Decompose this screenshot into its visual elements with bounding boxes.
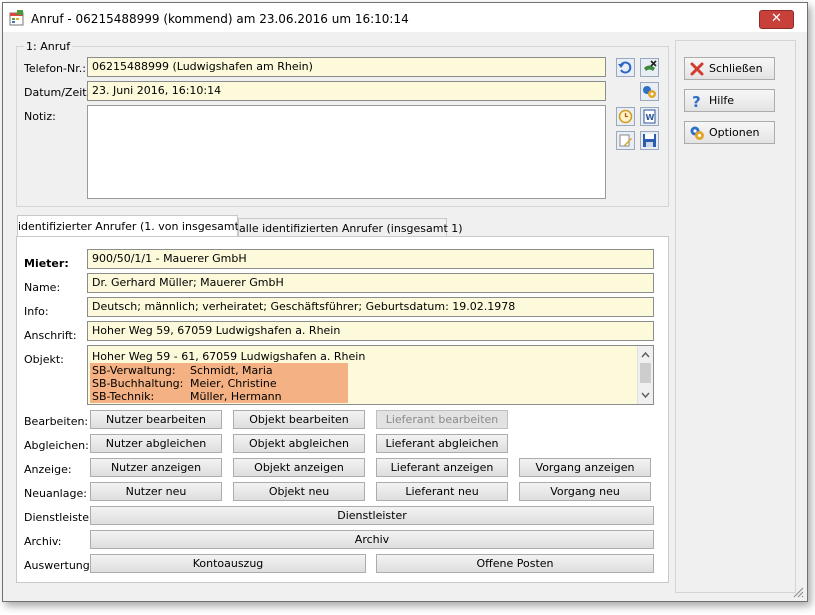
svg-text:W: W: [646, 113, 655, 122]
redial-button[interactable]: [616, 58, 635, 77]
save-button[interactable]: [640, 131, 659, 150]
report-row-label: Auswertung:: [24, 559, 94, 572]
redial-icon: [618, 61, 632, 74]
object-field[interactable]: Hoher Weg 59 - 61, 67059 Ludwigshafen a.…: [87, 345, 654, 405]
edit-row-label: Bearbeiten:: [24, 415, 89, 428]
provider-row-label: Dienstleister:: [24, 511, 98, 524]
save-icon: [643, 134, 656, 147]
new-process-button[interactable]: Vorgang neu: [519, 482, 651, 501]
info-label: Info:: [24, 305, 49, 318]
new-object-button[interactable]: Objekt neu: [233, 482, 365, 501]
archive-row-label: Archiv:: [24, 535, 62, 548]
scroll-thumb[interactable]: [640, 363, 651, 383]
options-button-label: Optionen: [709, 126, 760, 139]
scroll-down-icon[interactable]: [638, 388, 653, 402]
resize-grip-icon[interactable]: [792, 586, 804, 598]
edit-object-button[interactable]: Objekt bearbeiten: [233, 410, 365, 429]
note-textarea[interactable]: [87, 105, 606, 199]
sync-tenant-button[interactable]: Nutzer abgleichen: [90, 434, 222, 453]
help-button[interactable]: ? Hilfe: [684, 89, 775, 112]
svg-text:?: ?: [692, 93, 701, 109]
provider-button[interactable]: Dienstleister: [90, 506, 654, 525]
info-field[interactable]: Deutsch; männlich; verheiratet; Geschäft…: [87, 297, 654, 317]
tenant-field[interactable]: 900/50/1/1 - Mauerer GmbH: [87, 249, 654, 269]
options-icon: [690, 126, 704, 140]
scroll-up-icon[interactable]: [638, 348, 653, 362]
contact-role-3: SB-Technik:: [92, 390, 155, 403]
help-icon: ?: [692, 93, 701, 109]
open-items-button[interactable]: Offene Posten: [376, 554, 654, 573]
object-address: Hoher Weg 59 - 61, 67059 Ludwigshafen a.…: [92, 350, 366, 363]
show-supplier-button[interactable]: Lieferant anzeigen: [376, 458, 508, 477]
window-close-button[interactable]: ✕: [759, 10, 794, 29]
edit-note-button[interactable]: [616, 131, 635, 150]
hangup-icon: [644, 60, 657, 71]
sync-object-button[interactable]: Objekt abgleichen: [233, 434, 365, 453]
tab-all-callers-label: alle identifizierten Anrufer (insgesamt …: [239, 222, 463, 235]
show-process-button[interactable]: Vorgang anzeigen: [519, 458, 651, 477]
sync-supplier-button[interactable]: Lieferant abgleichen: [376, 434, 508, 453]
contact-name-3: Müller, Hermann: [190, 390, 282, 403]
contact-name-2: Meier, Christine: [190, 377, 277, 390]
show-tenant-button[interactable]: Nutzer anzeigen: [90, 458, 222, 477]
close-icon: [690, 62, 704, 76]
call-group-label: 1: Anruf: [24, 40, 73, 53]
contact-role-1: SB-Verwaltung:: [92, 364, 176, 377]
new-supplier-button[interactable]: Lieferant neu: [376, 482, 508, 501]
edit-note-icon: [619, 134, 632, 147]
close-button-label: Schließen: [709, 62, 763, 75]
title-bar: Anruf - 06215488999 (kommend) am 23.06.2…: [3, 3, 807, 32]
account-statement-button[interactable]: Kontoauszug: [90, 554, 366, 573]
tab-identified-caller[interactable]: identifizierter Anrufer (1. von insgesam…: [17, 215, 254, 237]
name-field[interactable]: Dr. Gerhard Müller; Mauerer GmbH: [87, 273, 654, 293]
show-object-button[interactable]: Objekt anzeigen: [233, 458, 365, 477]
new-row-label: Neuanlage:: [24, 487, 87, 500]
options-button[interactable]: Optionen: [684, 121, 775, 144]
name-label: Name:: [24, 281, 61, 294]
datetime-field[interactable]: 23. Juni 2016, 16:10:14: [87, 81, 606, 101]
window-title: Anruf - 06215488999 (kommend) am 23.06.2…: [31, 12, 409, 26]
phone-calendar-icon: [9, 10, 25, 26]
tenant-label: Mieter:: [24, 257, 69, 270]
word-button[interactable]: W: [640, 107, 659, 126]
call-window: Anruf - 06215488999 (kommend) am 23.06.2…: [2, 2, 808, 602]
edit-tenant-button[interactable]: Nutzer bearbeiten: [90, 410, 222, 429]
note-label: Notiz:: [24, 110, 56, 123]
archive-button[interactable]: Archiv: [90, 530, 654, 549]
contact-role-2: SB-Buchhaltung:: [92, 377, 184, 390]
show-row-label: Anzeige:: [24, 463, 72, 476]
phone-settings-button[interactable]: [640, 82, 659, 101]
address-field[interactable]: Hoher Weg 59, 67059 Ludwigshafen a. Rhei…: [87, 321, 654, 341]
tab-all-callers[interactable]: alle identifizierten Anrufer (insgesamt …: [238, 218, 463, 237]
close-button[interactable]: Schließen: [684, 57, 775, 80]
address-label: Anschrift:: [24, 329, 77, 342]
object-label: Objekt:: [24, 353, 64, 366]
phone-settings-icon: [643, 86, 656, 98]
phone-label: Telefon-Nr.:: [24, 62, 86, 75]
clock-button[interactable]: [616, 107, 635, 126]
edit-supplier-button[interactable]: Lieferant bearbeiten: [376, 410, 508, 429]
sync-row-label: Abgleichen:: [24, 439, 89, 452]
hangup-button[interactable]: [640, 58, 659, 77]
tab-identified-caller-label: identifizierter Anrufer (1. von insgesam…: [18, 220, 254, 233]
word-icon: W: [643, 109, 656, 124]
contact-name-1: Schmidt, Maria: [190, 364, 273, 377]
object-scrollbar[interactable]: [637, 346, 653, 404]
clock-icon: [618, 109, 633, 124]
help-button-label: Hilfe: [709, 94, 735, 107]
new-tenant-button[interactable]: Nutzer neu: [90, 482, 222, 501]
phone-field[interactable]: 06215488999 (Ludwigshafen am Rhein): [87, 57, 606, 77]
datetime-label: Datum/Zeit:: [24, 86, 91, 99]
